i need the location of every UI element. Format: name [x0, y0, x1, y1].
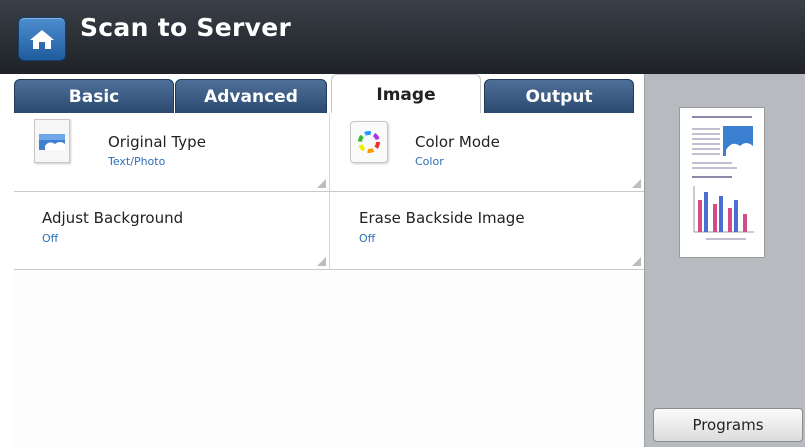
color-mode-label: Color Mode [415, 133, 500, 151]
color-mode-button[interactable]: Color Mode Color [329, 113, 644, 192]
home-icon [30, 30, 54, 49]
color-mode-value: Color [415, 155, 444, 168]
tab-output[interactable]: Output [484, 79, 634, 114]
programs-button[interactable]: Programs [653, 408, 803, 442]
document-preview-icon [679, 107, 765, 258]
preview-sidebar: Programs [644, 74, 805, 447]
color-wheel-icon [350, 121, 388, 163]
home-button[interactable] [18, 17, 66, 61]
original-type-label: Original Type [108, 133, 206, 151]
erase-backside-image-button[interactable]: Erase Backside Image Off [329, 192, 644, 270]
tab-advanced[interactable]: Advanced [175, 79, 327, 114]
erase-backside-label: Erase Backside Image [359, 209, 525, 227]
tab-bar: Basic Advanced Image Output [14, 74, 644, 114]
original-type-button[interactable]: Original Type Text/Photo [14, 113, 329, 192]
erase-backside-value: Off [359, 232, 376, 245]
more-options-corner-icon [317, 257, 326, 266]
title-bar: Scan to Server [0, 0, 805, 74]
original-type-value: Text/Photo [108, 155, 166, 168]
adjust-background-label: Adjust Background [42, 209, 184, 227]
adjust-background-value: Off [42, 232, 59, 245]
page-title: Scan to Server [80, 13, 292, 42]
more-options-corner-icon [632, 257, 641, 266]
content-area: Basic Advanced Image Output Original Typ… [0, 74, 805, 447]
more-options-corner-icon [317, 179, 326, 188]
settings-panel: Original Type Text/Photo Color Mode Colo… [14, 113, 644, 447]
tab-image[interactable]: Image [331, 74, 481, 114]
adjust-background-button[interactable]: Adjust Background Off [14, 192, 329, 270]
more-options-corner-icon [632, 179, 641, 188]
original-type-icon [34, 119, 70, 163]
tab-basic[interactable]: Basic [14, 79, 174, 114]
